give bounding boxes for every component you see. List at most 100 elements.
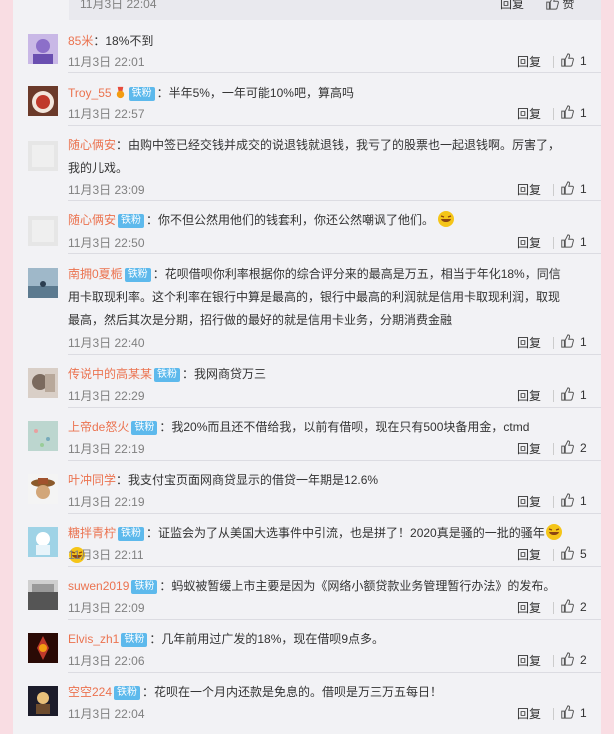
reply-button[interactable]: 回复 xyxy=(517,546,541,563)
comment-time: 11月3日 22:19 xyxy=(68,442,145,456)
thumbs-up-icon xyxy=(561,234,574,248)
thumbs-up-icon xyxy=(561,546,574,560)
comment-item: 空空224 铁粉 ：花呗在一个月内还款是免息的。借呗是万三万五每日！ 11月3日 2… xyxy=(13,681,601,731)
reply-button[interactable]: 回复 xyxy=(517,234,541,251)
like-button[interactable]: 1 xyxy=(560,493,587,508)
comment-text: ：我20%而且还不借给我，以前有借呗，现在只有500块备用金，ctmd xyxy=(159,420,530,434)
divider xyxy=(553,184,554,196)
username[interactable]: 上帝de怒火 xyxy=(68,420,129,434)
avatar[interactable] xyxy=(28,34,58,64)
comment-time: 11月3日 22:19 xyxy=(68,495,145,509)
username[interactable]: 糖拌青柠 xyxy=(68,526,116,540)
avatar[interactable] xyxy=(28,633,58,663)
comment-time: 11月3日 22:29 xyxy=(68,389,145,403)
comment-item: 85米：18%不到 11月3日 22:01 回复 1 xyxy=(13,30,601,73)
like-button[interactable]: 1 xyxy=(560,387,587,402)
comment-text: ：半年5%，一年可能10%吧，算高吗 xyxy=(156,86,354,100)
like-count: 1 xyxy=(580,335,587,349)
comment-panel: 11月3日 22:04 回复 赞 85米：18%不到 11月3日 22:01 回… xyxy=(13,0,601,734)
like-button[interactable]: 5 xyxy=(560,546,587,561)
laughing-emoji-icon xyxy=(438,211,455,227)
like-count: 1 xyxy=(580,235,587,249)
like-button[interactable]: 1 xyxy=(560,181,587,196)
fan-badge: 铁粉 xyxy=(118,214,145,228)
reply-button[interactable]: 回复 xyxy=(517,105,541,122)
divider xyxy=(553,602,554,614)
username[interactable]: 空空224 xyxy=(68,685,112,699)
fan-badge: 铁粉 xyxy=(131,421,158,435)
comment-text: ：花呗在一个月内还款是免息的。借呗是万三万五每日！ xyxy=(142,685,443,699)
avatar[interactable] xyxy=(28,421,58,451)
divider xyxy=(553,496,554,508)
username[interactable]: 随心俩安 xyxy=(68,213,116,227)
like-button[interactable]: 1 xyxy=(560,105,587,120)
comment-time: 11月3日 22:06 xyxy=(68,654,145,668)
reply-button[interactable]: 回复 xyxy=(517,652,541,669)
reply-button[interactable]: 回复 xyxy=(517,181,541,198)
like-count: 1 xyxy=(580,388,587,402)
comment-item: suwen2019 铁粉 ：蚂蚁被暂缓上市主要是因为《网络小额贷款业务管理暂行办法》… xyxy=(13,575,601,620)
thumbs-up-icon xyxy=(561,105,574,119)
like-button[interactable]: 2 xyxy=(560,440,587,455)
comment-item: 上帝de怒火 铁粉 ：我20%而且还不借给我，以前有借呗，现在只有500块备用金，c… xyxy=(13,416,601,461)
comment-text: ：我支付宝页面网商贷显示的借贷一年期是12.6% xyxy=(116,473,379,487)
comment-item: 随心俩安：由购中签已经交钱并成交的说退钱就退钱，我亏了的股票也一起退钱啊。厉害了… xyxy=(13,134,601,201)
divider xyxy=(68,672,601,673)
reply-button[interactable]: 回复 xyxy=(517,705,541,722)
username[interactable]: Troy_55 xyxy=(68,86,112,100)
like-count: 1 xyxy=(580,182,587,196)
comment-text: ：几年前用过广发的18%，现在借呗9点多。 xyxy=(149,632,385,646)
username[interactable]: 85米 xyxy=(68,34,93,48)
like-count: 2 xyxy=(580,653,587,667)
fan-badge: 铁粉 xyxy=(128,87,155,101)
like-button[interactable]: 赞 xyxy=(545,0,574,12)
thumbs-up-icon xyxy=(561,705,574,719)
avatar[interactable] xyxy=(28,474,58,504)
like-count: 1 xyxy=(580,706,587,720)
avatar[interactable] xyxy=(28,580,58,610)
username[interactable]: suwen2019 xyxy=(68,579,129,593)
like-button[interactable]: 1 xyxy=(560,705,587,720)
like-count: 2 xyxy=(580,600,587,614)
like-button[interactable]: 1 xyxy=(560,334,587,349)
divider xyxy=(68,619,601,620)
avatar[interactable] xyxy=(28,527,58,557)
avatar[interactable] xyxy=(28,216,58,246)
previous-reply-strip: 11月3日 22:04 回复 赞 xyxy=(69,0,601,20)
thumbs-up-icon xyxy=(561,440,574,454)
username[interactable]: 随心俩安 xyxy=(68,138,116,152)
divider xyxy=(553,655,554,667)
comment-text: ：我网商贷万三 xyxy=(182,367,267,381)
username[interactable]: 南拥0夏栀 xyxy=(68,267,123,281)
thumbs-up-icon xyxy=(561,53,574,67)
avatar[interactable] xyxy=(28,368,58,398)
like-count: 1 xyxy=(580,106,587,120)
avatar[interactable] xyxy=(28,268,58,298)
avatar[interactable] xyxy=(28,141,58,171)
reply-button[interactable]: 回复 xyxy=(500,0,524,12)
like-button[interactable]: 1 xyxy=(560,53,587,68)
like-button[interactable]: 1 xyxy=(560,234,587,249)
username[interactable]: 叶冲同学 xyxy=(68,473,116,487)
avatar[interactable] xyxy=(28,86,58,116)
reply-button[interactable]: 回复 xyxy=(517,53,541,70)
comment-text: ：18%不到 xyxy=(93,34,154,48)
comment-item: 随心俩安 铁粉 ：你不但公然用他们的钱套利，你还公然嘲讽了他们。 11月3日 22:… xyxy=(13,209,601,254)
fan-badge: 铁粉 xyxy=(114,686,141,700)
reply-button[interactable]: 回复 xyxy=(517,334,541,351)
avatar[interactable] xyxy=(28,686,58,716)
comment-time: 11月3日 23:09 xyxy=(68,183,145,197)
reply-button[interactable]: 回复 xyxy=(517,599,541,616)
like-button[interactable]: 2 xyxy=(560,599,587,614)
divider xyxy=(68,566,601,567)
username[interactable]: Elvis_zh1 xyxy=(68,632,119,646)
username[interactable]: 传说中的高某某 xyxy=(68,367,152,381)
reply-button[interactable]: 回复 xyxy=(517,493,541,510)
reply-button[interactable]: 回复 xyxy=(517,440,541,457)
laughing-emoji-icon xyxy=(545,524,562,540)
thumbs-up-icon xyxy=(561,387,574,401)
divider xyxy=(553,443,554,455)
like-label: 赞 xyxy=(562,0,575,11)
like-button[interactable]: 2 xyxy=(560,652,587,667)
reply-button[interactable]: 回复 xyxy=(517,387,541,404)
